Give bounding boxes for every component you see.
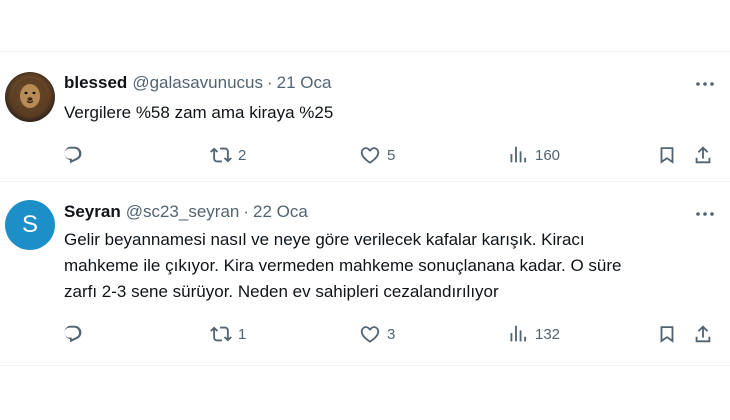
views-button[interactable]: 160 — [507, 144, 560, 166]
view-count: 132 — [535, 325, 561, 343]
like-count: 3 — [387, 325, 396, 343]
tweet-header: Seyran @sc23_seyran · 22 Oca — [64, 202, 308, 222]
share-button[interactable] — [692, 144, 714, 166]
separator: · — [266, 73, 273, 92]
user-handle[interactable]: @galasavunucus — [132, 73, 263, 93]
like-button[interactable]: 3 — [359, 323, 395, 345]
tweet-text: Vergilere %58 zam ama kiraya %25 — [64, 100, 714, 126]
display-name[interactable]: Seyran — [64, 202, 121, 222]
reply-icon — [64, 325, 82, 343]
avatar[interactable]: S — [5, 200, 55, 250]
bookmark-button[interactable] — [656, 144, 678, 166]
analytics-icon — [510, 146, 527, 163]
views-button[interactable]: 132 — [507, 323, 560, 345]
tweet-text-line: Gelir beyannamesi nasıl ve neye göre ver… — [64, 230, 585, 249]
retweet-count: 1 — [238, 325, 247, 343]
retweet-button[interactable]: 2 — [210, 144, 246, 166]
more-icon[interactable] — [694, 74, 716, 94]
reply-button[interactable] — [64, 323, 86, 345]
reply-icon — [64, 146, 82, 164]
more-icon[interactable] — [694, 204, 716, 224]
separator: · — [243, 202, 250, 221]
tweet-header: blessed @galasavunucus · 21 Oca — [64, 73, 331, 93]
tweet-actions: 2 5 160 — [64, 144, 716, 166]
tweet-2[interactable]: S Seyran @sc23_seyran · 22 Oca Gelir bey… — [0, 182, 730, 362]
avatar-letter: S — [21, 211, 38, 238]
bookmark-icon — [660, 326, 674, 343]
share-button[interactable] — [692, 323, 714, 345]
heart-icon — [360, 326, 380, 343]
tweet-actions: 1 3 132 — [64, 323, 716, 345]
like-count: 5 — [387, 146, 396, 164]
retweet-count: 2 — [238, 146, 247, 164]
tweet-date[interactable]: 22 Oca — [253, 202, 308, 222]
analytics-icon — [510, 325, 527, 342]
tweet-text-line: zarfı 2-3 sene sürüyor. Neden ev sahiple… — [64, 282, 499, 301]
view-count: 160 — [535, 146, 561, 164]
heart-icon — [360, 147, 380, 164]
bottom-divider — [0, 365, 730, 366]
retweet-button[interactable]: 1 — [210, 323, 246, 345]
tweet-date[interactable]: 21 Oca — [277, 73, 332, 93]
tweet-text-line: mahkeme ile çıkıyor. Kira vermeden mahke… — [64, 256, 622, 275]
retweet-icon — [210, 326, 232, 342]
tweet-text: Gelir beyannamesi nasıl ve neye göre ver… — [64, 227, 714, 305]
share-icon — [695, 146, 711, 164]
display-name[interactable]: blessed — [64, 73, 127, 93]
bookmark-icon — [660, 147, 674, 164]
reply-button[interactable] — [64, 144, 86, 166]
tweet-text-line: Vergilere %58 zam ama kiraya %25 — [64, 103, 334, 122]
retweet-icon — [210, 147, 232, 163]
bookmark-button[interactable] — [656, 323, 678, 345]
avatar[interactable] — [5, 72, 55, 122]
tweet-1[interactable]: blessed @galasavunucus · 21 Oca Vergiler… — [0, 52, 730, 180]
like-button[interactable]: 5 — [359, 144, 395, 166]
share-icon — [695, 325, 711, 343]
user-handle[interactable]: @sc23_seyran — [126, 202, 240, 222]
lion-avatar-image — [12, 78, 48, 118]
